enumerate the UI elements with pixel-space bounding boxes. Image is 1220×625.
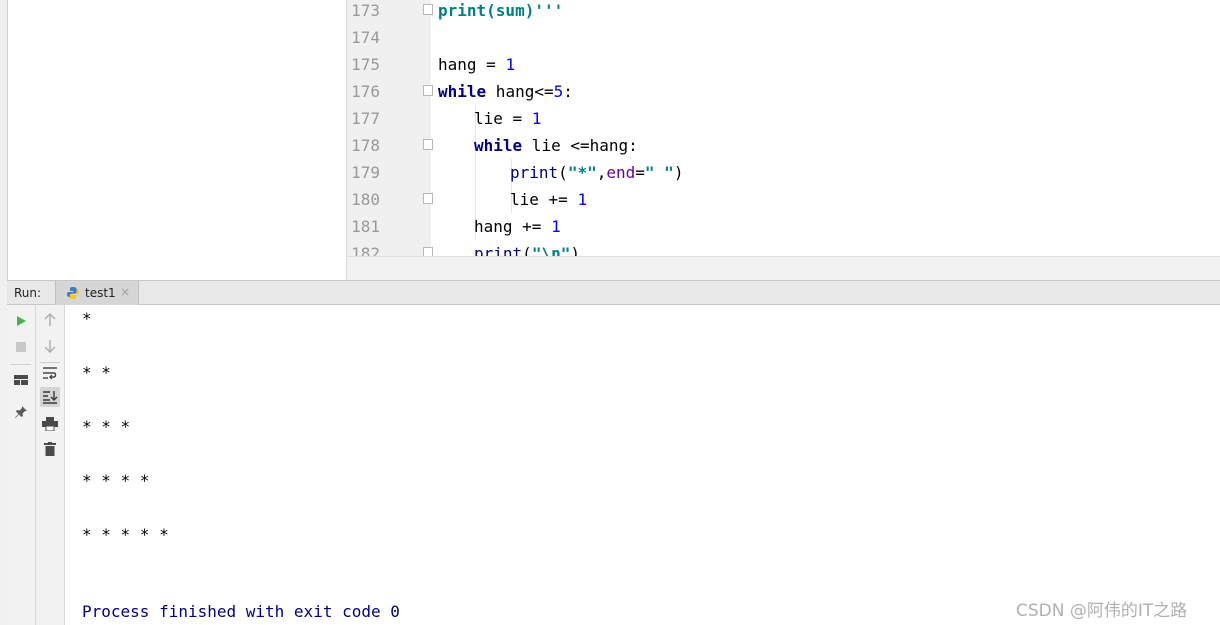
line-number: 176 bbox=[351, 82, 380, 101]
fold-marker-icon[interactable] bbox=[423, 4, 433, 15]
run-tab-test1[interactable]: test1 × bbox=[55, 281, 139, 305]
code-line-178: while lie <=hang: bbox=[474, 132, 638, 159]
code-line-181: hang += 1 bbox=[474, 213, 561, 240]
pin-icon[interactable] bbox=[11, 402, 31, 422]
code-line-180: lie += 1 bbox=[510, 186, 587, 213]
print-icon[interactable] bbox=[40, 414, 60, 434]
run-icon[interactable] bbox=[11, 311, 31, 331]
code-number: 5 bbox=[553, 82, 564, 101]
watermark: CSDN @阿伟的IT之路 bbox=[1016, 601, 1188, 621]
console-line: * * bbox=[82, 363, 111, 382]
line-number: 179 bbox=[351, 163, 380, 182]
code-var: hang bbox=[438, 55, 477, 74]
line-number: 181 bbox=[351, 217, 380, 236]
exit-message: Process finished with exit code 0 bbox=[82, 602, 400, 621]
soft-wrap-icon[interactable] bbox=[40, 363, 60, 383]
run-toolbar-secondary bbox=[36, 305, 65, 625]
code-number: 1 bbox=[577, 190, 588, 209]
code-op: += bbox=[538, 190, 578, 209]
code-paren: ) bbox=[570, 244, 580, 256]
code-param: end bbox=[606, 163, 636, 182]
code-number: 1 bbox=[505, 55, 516, 74]
code-string: " " bbox=[644, 163, 674, 182]
line-number: 175 bbox=[351, 55, 380, 74]
code-text: print(sum)''' bbox=[438, 1, 564, 20]
code-var: lie bbox=[510, 190, 539, 209]
stop-icon[interactable] bbox=[11, 337, 31, 357]
run-label: Run: bbox=[14, 286, 42, 300]
code-line-179: print("*",end=" ") bbox=[510, 159, 683, 186]
fold-marker-icon[interactable] bbox=[423, 247, 433, 256]
run-tool-window-header: Run: test1 × bbox=[7, 280, 1220, 305]
console-line: * * * * bbox=[82, 471, 150, 490]
down-arrow-icon[interactable] bbox=[40, 336, 60, 356]
code-line-182: print("\n") bbox=[474, 240, 580, 256]
line-number: 178 bbox=[351, 136, 380, 155]
line-number: 173 bbox=[351, 1, 380, 20]
code-line-173: print(sum)''' bbox=[438, 0, 563, 24]
line-number: 174 bbox=[351, 28, 380, 47]
line-number: 182 bbox=[351, 244, 380, 256]
code-editor[interactable]: 173 174 175 176 177 178 179 180 181 182 … bbox=[347, 0, 1220, 256]
run-tab-label: test1 bbox=[85, 286, 116, 300]
line-number: 177 bbox=[351, 109, 380, 128]
editor-scroll-area[interactable] bbox=[347, 256, 1220, 281]
console-output[interactable]: * * * * * * * * * * * * * * * Process fi… bbox=[65, 305, 1220, 625]
code-paren: ) bbox=[673, 163, 684, 182]
console-line: * * * bbox=[82, 417, 131, 436]
code-colon: : bbox=[563, 82, 573, 101]
fold-marker-icon[interactable] bbox=[423, 193, 433, 204]
code-op: = bbox=[502, 109, 532, 128]
code-paren: ( bbox=[558, 163, 568, 182]
project-panel bbox=[8, 0, 347, 280]
code-op: += bbox=[512, 217, 552, 236]
close-icon[interactable]: × bbox=[120, 285, 130, 299]
run-toolbar-primary bbox=[7, 305, 36, 625]
up-arrow-icon[interactable] bbox=[40, 310, 60, 330]
code-text: lie <=hang: bbox=[522, 136, 638, 155]
fold-marker-icon[interactable] bbox=[423, 85, 433, 96]
python-file-icon bbox=[67, 287, 79, 299]
code-function: print bbox=[474, 244, 523, 256]
line-number-gutter: 173 174 175 176 177 178 179 180 181 182 bbox=[347, 0, 417, 256]
fold-column bbox=[417, 0, 431, 256]
code-var: hang bbox=[474, 217, 513, 236]
line-number: 180 bbox=[351, 190, 380, 209]
code-string: "\n" bbox=[531, 244, 571, 256]
code-string: "*" bbox=[567, 163, 597, 182]
scroll-to-end-icon[interactable] bbox=[40, 387, 60, 407]
code-op: <= bbox=[534, 82, 554, 101]
layout-icon[interactable] bbox=[11, 370, 31, 390]
code-line-176: while hang<=5: bbox=[438, 78, 573, 105]
code-text: hang bbox=[486, 82, 535, 101]
trash-icon[interactable] bbox=[40, 439, 60, 459]
code-comma: , bbox=[596, 163, 607, 182]
code-number: 1 bbox=[531, 109, 542, 128]
code-paren: ( bbox=[522, 244, 532, 256]
code-op: = bbox=[635, 163, 645, 182]
code-op: = bbox=[476, 55, 506, 74]
code-line-177: lie = 1 bbox=[474, 105, 541, 132]
code-var: lie bbox=[474, 109, 503, 128]
code-number: 1 bbox=[551, 217, 561, 236]
code-keyword: while bbox=[474, 136, 523, 155]
console-line: * * * * * bbox=[82, 525, 169, 544]
code-line-175: hang = 1 bbox=[438, 51, 515, 78]
toolbar-separator bbox=[11, 364, 31, 365]
fold-marker-icon[interactable] bbox=[423, 139, 433, 150]
console-line: * bbox=[82, 309, 92, 328]
code-function: print bbox=[510, 163, 559, 182]
code-keyword: while bbox=[438, 82, 487, 101]
